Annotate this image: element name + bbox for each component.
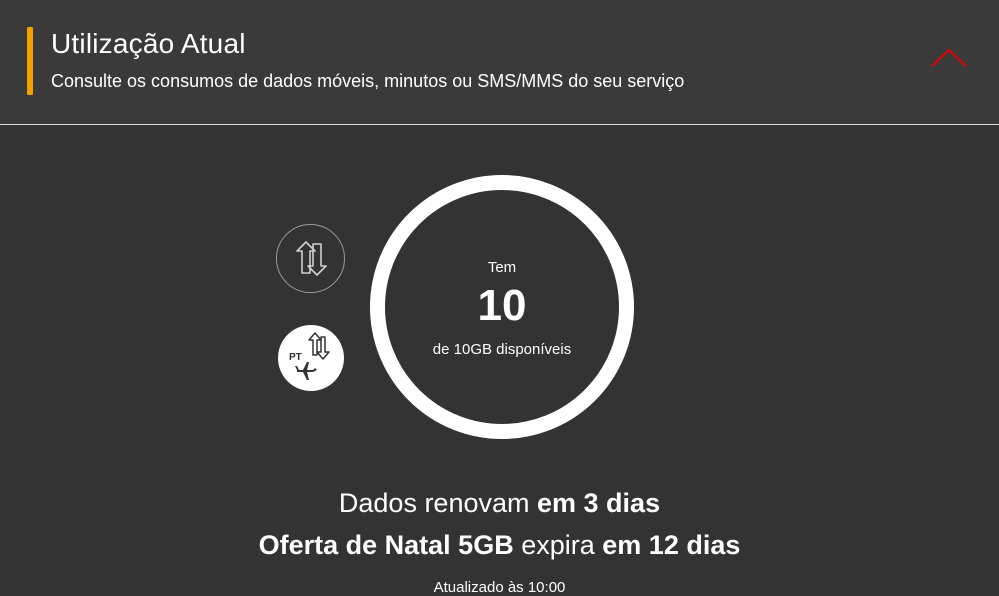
offer-expiry-days: em 12 dias: [602, 530, 741, 560]
offer-expires-text: expira: [521, 530, 595, 560]
offer-name: Oferta de Natal 5GB: [258, 530, 514, 560]
usage-label-top: Tem: [487, 259, 517, 276]
renewal-days: em 3 dias: [537, 488, 661, 518]
tab-mobile-data[interactable]: [276, 224, 345, 293]
renewal-prefix: Dados renovam: [338, 488, 530, 518]
header-divider: [0, 124, 999, 125]
section-subtitle: Consulte os consumos de dados móveis, mi…: [51, 71, 685, 91]
offer-info: Oferta de Natal 5GB expira em 12 dias: [0, 530, 999, 561]
usage-section-header: Utilização Atual Consulte os consumos de…: [0, 0, 999, 124]
usage-remaining-value: 10: [477, 281, 527, 330]
usage-label-bottom: de 10GB disponíveis: [432, 341, 572, 358]
roaming-data-icon: PT: [289, 332, 330, 380]
section-title: Utilização Atual: [51, 28, 246, 59]
last-updated-text: Atualizado às 10:00: [433, 579, 566, 596]
chevron-up-icon: [931, 48, 967, 67]
accent-bar: [27, 27, 33, 95]
data-arrows-icon: [295, 240, 327, 276]
tab-roaming-data[interactable]: PT: [278, 325, 344, 391]
collapse-button[interactable]: [925, 40, 973, 76]
roaming-badge-text: PT: [289, 352, 302, 363]
renewal-info: Dados renovam em 3 dias: [0, 488, 999, 519]
